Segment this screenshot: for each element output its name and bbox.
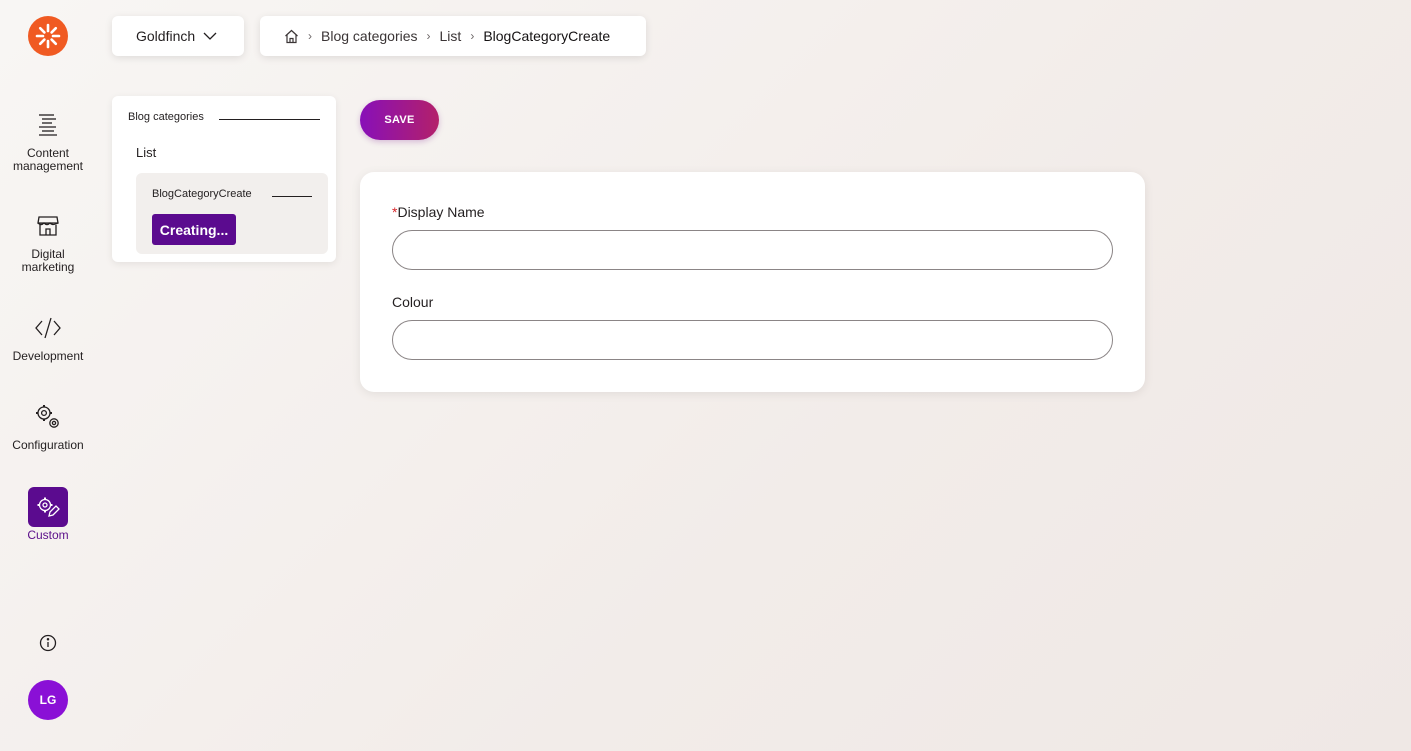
rail-item-custom[interactable]: Custom bbox=[0, 487, 96, 542]
display-name-input[interactable] bbox=[392, 230, 1113, 270]
colour-label: Colour bbox=[392, 294, 434, 310]
storefront-icon bbox=[28, 206, 68, 246]
info-button[interactable] bbox=[38, 633, 58, 653]
chevron-right-icon: › bbox=[426, 29, 431, 43]
gears-icon bbox=[28, 397, 68, 437]
display-name-label-text: Display Name bbox=[397, 204, 485, 220]
breadcrumb: › Blog categories › List › BlogCategoryC… bbox=[260, 16, 646, 56]
home-icon[interactable] bbox=[284, 29, 299, 44]
save-button[interactable]: SAVE bbox=[360, 100, 439, 140]
rail-item-label: Development bbox=[12, 349, 84, 363]
breadcrumb-item-current: BlogCategoryCreate bbox=[483, 28, 611, 44]
content-list-icon bbox=[28, 105, 68, 145]
code-icon bbox=[28, 308, 68, 348]
divider bbox=[272, 196, 312, 197]
chevron-down-icon bbox=[203, 32, 217, 40]
rail-item-configuration[interactable]: Configuration bbox=[0, 397, 96, 452]
info-icon bbox=[39, 634, 57, 652]
custom-gear-pencil-icon bbox=[28, 487, 68, 527]
breadcrumb-item-list[interactable]: List bbox=[440, 28, 462, 44]
user-avatar[interactable]: LG bbox=[28, 680, 68, 720]
kentico-logo-icon bbox=[35, 23, 61, 49]
application-navigation-card: Blog categories List BlogCategoryCreate … bbox=[112, 96, 336, 262]
rail-item-label: Custom bbox=[27, 528, 69, 542]
rail-item-label: Configuration bbox=[12, 438, 84, 452]
nav-section-title[interactable]: Blog categories bbox=[128, 111, 204, 123]
nav-subsection: BlogCategoryCreate Creating... bbox=[136, 173, 328, 254]
display-name-label: *Display Name bbox=[392, 204, 485, 220]
app-logo[interactable] bbox=[28, 16, 68, 56]
nav-subsection-title: BlogCategoryCreate bbox=[152, 188, 252, 200]
rail-item-content-management[interactable]: Content management bbox=[0, 105, 96, 173]
chevron-right-icon: › bbox=[470, 29, 475, 43]
rail-item-label: Content management bbox=[12, 146, 84, 173]
project-name: Goldfinch bbox=[136, 28, 196, 44]
divider bbox=[219, 119, 320, 120]
chevron-right-icon: › bbox=[308, 29, 312, 43]
colour-input[interactable] bbox=[392, 320, 1113, 360]
project-selector[interactable]: Goldfinch bbox=[112, 16, 244, 56]
category-form: *Display Name Colour bbox=[360, 172, 1145, 392]
rail-item-digital-marketing[interactable]: Digital marketing bbox=[0, 206, 96, 274]
nav-item-list[interactable]: List bbox=[136, 145, 156, 160]
rail-item-development[interactable]: Development bbox=[0, 308, 96, 363]
rail-item-label: Digital marketing bbox=[21, 247, 75, 274]
main-navigation-rail: Content management Digital marketing Dev… bbox=[0, 0, 96, 751]
breadcrumb-item-blog-categories[interactable]: Blog categories bbox=[321, 28, 418, 44]
nav-item-creating[interactable]: Creating... bbox=[152, 214, 236, 245]
